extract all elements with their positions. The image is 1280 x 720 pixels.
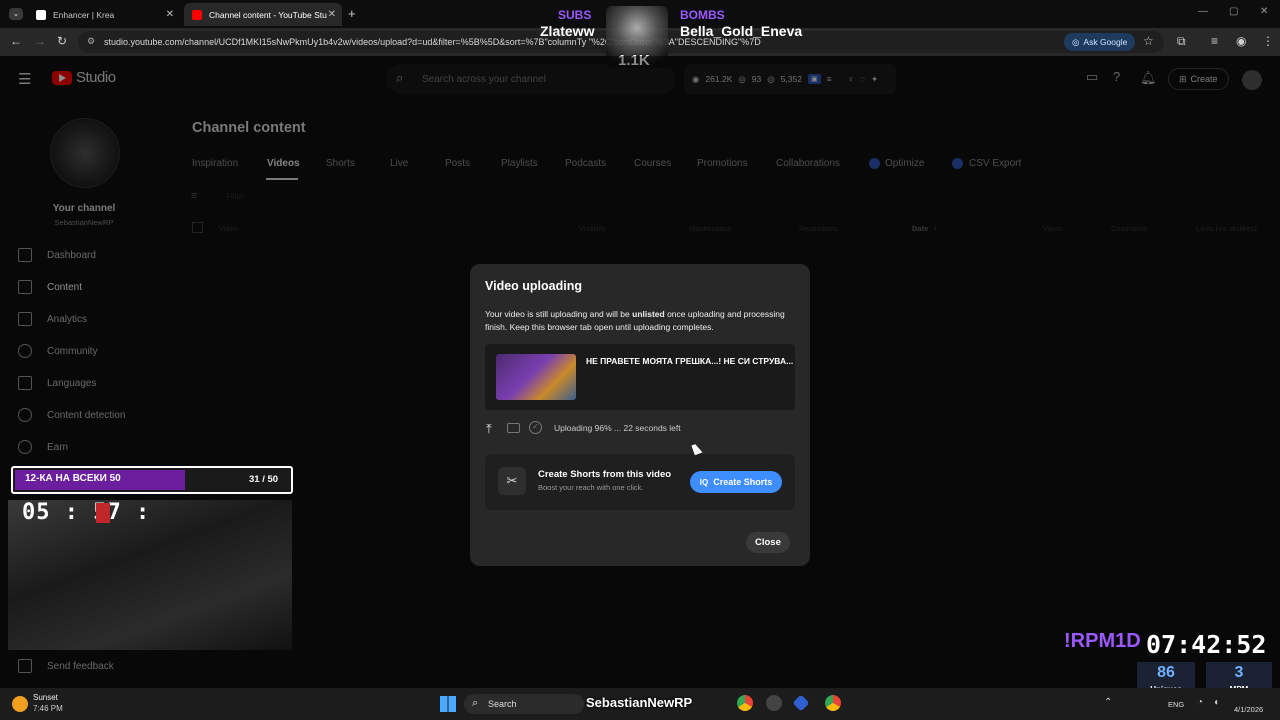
weather-icon[interactable] xyxy=(12,696,28,712)
stream-clock: 07:42:52 xyxy=(1146,630,1267,659)
profile-icon[interactable]: ◉ xyxy=(1236,34,1246,48)
taskbar-date[interactable]: 4/1/2026 xyxy=(1234,705,1263,714)
message-part-b: once uploading and processing xyxy=(664,309,785,319)
message-part-a: Your video is still uploading and will b… xyxy=(485,309,633,319)
dialog-message: Your video is still uploading and will b… xyxy=(485,308,800,334)
youtube-icon xyxy=(192,9,202,20)
bombs-name: Bella_Gold_Eneva xyxy=(680,23,803,39)
bombs-label: BOMBS xyxy=(680,8,725,22)
stream-timer: 05 : 57 : xyxy=(22,500,151,525)
tab-krea[interactable]: Enhancer | Krea ✕ xyxy=(28,3,180,26)
obs-icon[interactable] xyxy=(766,695,782,711)
taskbar-search[interactable]: ⌕ Search xyxy=(464,694,584,714)
extensions-icon[interactable]: ⧉ xyxy=(1177,34,1186,49)
ask-google-button[interactable]: ◎ Ask Google xyxy=(1064,33,1136,51)
create-shorts-button[interactable]: IQ Create Shorts xyxy=(690,471,782,493)
stream-overlay-name: SebastianNewRP xyxy=(586,695,693,710)
close-tab-icon[interactable]: ✕ xyxy=(328,9,336,20)
mpm-value: 3 xyxy=(1234,664,1244,681)
tab-youtube-studio[interactable]: Channel content - YouTube Stu ✕ xyxy=(184,3,342,26)
create-shorts-label: Create Shorts xyxy=(713,477,773,487)
ask-google-label: Ask Google xyxy=(1083,37,1128,47)
menu-dots-icon[interactable]: ⋮ xyxy=(1262,34,1274,48)
tab-list-icon[interactable]: ⌄ xyxy=(9,8,23,20)
window-close-icon[interactable]: ✕ xyxy=(1260,6,1268,17)
minimize-icon[interactable]: — xyxy=(1198,6,1208,17)
tab-title: Channel content - YouTube Stu xyxy=(209,9,327,20)
tab-title: Enhancer | Krea xyxy=(53,9,115,20)
subs-label: SUBS xyxy=(558,8,592,22)
shorts-subtitle: Boost your reach with one click. xyxy=(538,483,644,492)
site-info-icon[interactable]: ⚙ xyxy=(87,36,95,47)
processing-icon xyxy=(507,423,520,433)
goal-progress-bar: 12-КА НА ВСЕКИ 50 31 / 50 xyxy=(11,466,293,494)
maximize-icon[interactable]: ▢ xyxy=(1229,6,1238,17)
forward-icon[interactable]: → xyxy=(34,34,46,48)
shorts-title: Create Shorts from this video xyxy=(538,469,672,480)
video-info-row: НЕ ПРАВЕТЕ МОЯТА ГРЕШКА...! НЕ СИ СТРУВА… xyxy=(485,344,795,410)
video-title: НЕ ПРАВЕТЕ МОЯТА ГРЕШКА...! НЕ СИ СТРУВА… xyxy=(586,356,794,366)
media-icon[interactable]: ≡ xyxy=(1211,34,1218,48)
close-button[interactable]: Close xyxy=(746,532,790,553)
message-part-c: finish. Keep this browser tab open until… xyxy=(485,322,714,332)
timer-seconds-bar xyxy=(96,503,110,523)
back-icon[interactable]: ← xyxy=(10,34,22,48)
tray-up-icon[interactable]: ⌃ xyxy=(1104,697,1112,708)
bookmark-star-icon[interactable]: ☆ xyxy=(1143,34,1154,48)
close-tab-icon[interactable]: ✕ xyxy=(166,9,174,20)
chrome-icon[interactable] xyxy=(737,695,753,711)
lang-indicator[interactable]: ENG xyxy=(1168,700,1184,709)
goal-label: 12-КА НА ВСЕКИ 50 xyxy=(25,473,121,484)
upload-status: Uploading 96% ... 22 seconds left xyxy=(554,423,681,433)
vidiq-icon: IQ xyxy=(699,477,709,487)
dialog-title: Video uploading xyxy=(485,279,582,293)
goal-count: 31 / 50 xyxy=(249,474,279,485)
chrome-icon[interactable] xyxy=(825,695,841,711)
video-uploading-dialog: Video uploading Your video is still uplo… xyxy=(470,264,810,566)
weather-label[interactable]: Sunset xyxy=(33,693,58,702)
message-bold: unlisted xyxy=(632,309,665,319)
network-icon[interactable]: ◔ xyxy=(1197,697,1203,708)
search-icon: ⌕ xyxy=(472,697,479,709)
uniques-value: 86 xyxy=(1157,664,1175,681)
rpm-label: !RPM1D xyxy=(1064,630,1141,652)
create-shorts-panel: ✂ Create Shorts from this video Boost yo… xyxy=(485,454,795,510)
subs-name: Zlateww xyxy=(540,23,595,39)
check-circle-icon: ✓ xyxy=(529,421,542,434)
weather-time: 7:46 PM xyxy=(33,704,63,713)
scissors-icon: ✂ xyxy=(498,467,526,495)
taskbar-search-label: Search xyxy=(488,699,517,709)
krea-icon xyxy=(36,9,46,20)
new-tab-button[interactable]: + xyxy=(348,6,356,21)
google-lens-icon: ◎ xyxy=(1072,36,1080,47)
reload-icon[interactable]: ↻ xyxy=(57,34,67,48)
upload-icon: ⤒ xyxy=(486,421,492,436)
video-thumbnail xyxy=(496,354,576,400)
windows-start-icon[interactable] xyxy=(440,696,456,712)
volume-icon[interactable]: ◖ xyxy=(1213,697,1219,708)
